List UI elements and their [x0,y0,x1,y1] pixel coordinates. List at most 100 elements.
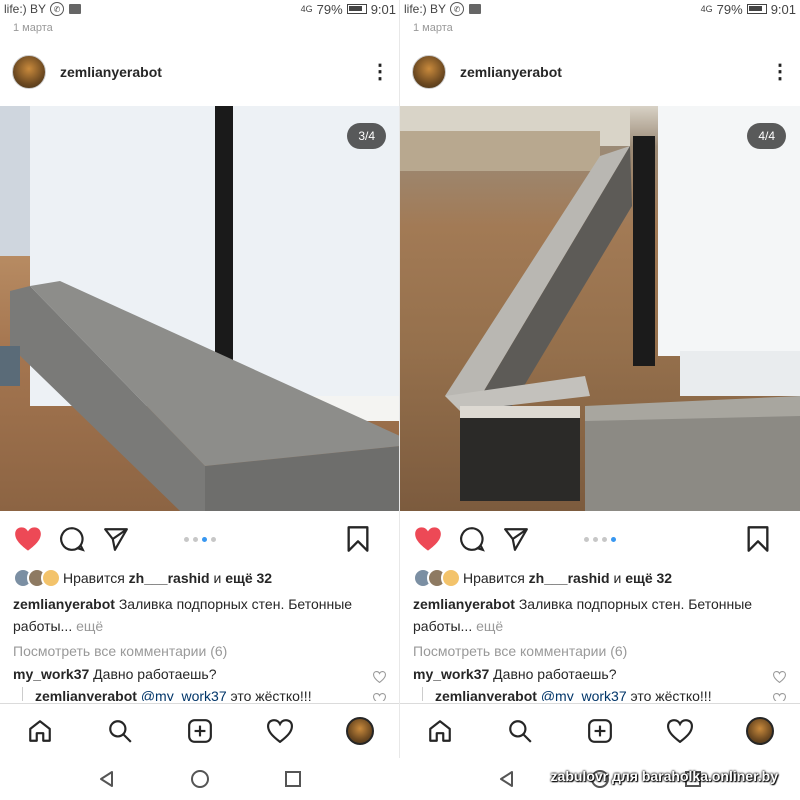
reply-text: это жёстко!!! [226,688,312,701]
avatar[interactable] [12,55,46,89]
comment: my_work37 Давно работаешь? [400,661,800,685]
share-icon[interactable] [100,523,132,555]
caption-more-link[interactable]: ещё [72,618,103,634]
post-photo[interactable]: 4/4 [400,106,800,511]
post-panel-left: life:) BY ✆ 4G 79% 9:01 1 марта zemliany… [0,0,400,758]
home-icon[interactable] [25,716,55,746]
bookmark-icon[interactable] [342,523,374,555]
more-options-icon[interactable]: ⋮ [360,62,400,82]
comment-username[interactable]: my_work37 [413,666,489,682]
carrier-label: life:) BY [404,2,447,16]
back-triangle-icon[interactable] [97,769,117,789]
post-photo[interactable]: 3/4 [0,106,400,511]
likes-row[interactable]: Нравится zh___rashid и ещё 32 [400,567,800,589]
photo-counter: 4/4 [747,123,786,149]
likes-row[interactable]: Нравится zh___rashid и ещё 32 [0,567,400,589]
image-notification-icon [469,4,482,14]
post-date: 1 марта [13,22,53,34]
comment-icon[interactable] [56,523,88,555]
status-bar: life:) BY ✆ 4G 79% 9:01 [0,0,400,18]
avatar[interactable] [412,55,446,89]
action-bar [0,511,400,567]
caption-username[interactable]: zemlianyerabot [413,596,515,612]
search-icon[interactable] [105,716,135,746]
view-all-comments-link[interactable]: Посмотреть все комментарии (6) [0,637,400,661]
comment-text: Давно работаешь? [89,666,217,682]
bottom-nav [400,703,800,758]
post-date: 1 марта [413,22,453,34]
watermark-text: zabulovr для baraholka.onliner.by [550,768,778,784]
comment-reply: zemlianyerabot @my_work37 это жёстко!!! [0,685,400,701]
home-icon[interactable] [425,716,455,746]
reply-username[interactable]: zemlianyerabot [35,688,137,701]
viber-icon: ✆ [450,2,465,16]
clock: 9:01 [770,1,796,17]
profile-avatar[interactable] [345,716,375,746]
likes-count[interactable]: ещё 32 [225,570,272,586]
back-triangle-icon[interactable] [497,769,517,789]
comment-icon[interactable] [456,523,488,555]
post-caption: zemlianyerabot Заливка подпорных стен. Б… [400,589,800,637]
liker-avatars [13,568,61,588]
post-panel-right: life:) BY ✆ 4G 79% 9:01 1 марта zemliany… [400,0,800,758]
add-post-icon[interactable] [585,716,615,746]
post-username[interactable]: zemlianyerabot [60,64,360,80]
recents-square-icon[interactable] [283,769,303,789]
comment-username[interactable]: my_work37 [13,666,89,682]
activity-heart-icon[interactable] [265,716,295,746]
viber-icon: ✆ [50,2,65,16]
profile-avatar[interactable] [745,716,775,746]
post-header: zemlianyerabot ⋮ [0,38,400,106]
reply-text: это жёстко!!! [626,688,712,701]
likes-count[interactable]: ещё 32 [625,570,672,586]
more-options-icon[interactable]: ⋮ [760,62,800,82]
likes-and: и [213,570,222,586]
battery-percent: 79% [316,1,343,17]
bookmark-icon[interactable] [742,523,774,555]
battery-percent: 79% [716,1,743,17]
signal-label: 4G [700,4,713,14]
post-username[interactable]: zemlianyerabot [460,64,760,80]
carrier-label: life:) BY [4,2,47,16]
carousel-dots [184,536,216,542]
reply-like-icon[interactable] [372,689,387,701]
like-heart-icon[interactable] [12,523,44,555]
share-icon[interactable] [500,523,532,555]
add-post-icon[interactable] [185,716,215,746]
status-bar: life:) BY ✆ 4G 79% 9:01 [400,0,800,18]
search-icon[interactable] [505,716,535,746]
photo-scene [400,106,800,511]
post-caption: zemlianyerabot Заливка подпорных стен. Б… [0,589,400,637]
caption-more-link[interactable]: ещё [472,618,503,634]
liker-username[interactable]: zh___rashid [129,570,210,586]
like-heart-icon[interactable] [412,523,444,555]
likes-and: и [613,570,622,586]
reply-username[interactable]: zemlianyerabot [435,688,537,701]
photo-scene [0,106,400,511]
reply-like-icon[interactable] [772,689,787,701]
bottom-nav [0,703,400,758]
likes-prefix: Нравится [63,570,125,586]
caption-username[interactable]: zemlianyerabot [13,596,115,612]
reply-mention[interactable]: @my_work37 [537,688,627,701]
comment-reply: zemlianyerabot @my_work37 это жёстко!!! [400,685,800,701]
system-nav-bar: zabulovr для baraholka.onliner.by [0,758,800,800]
likes-prefix: Нравится [463,570,525,586]
reply-mention[interactable]: @my_work37 [137,688,227,701]
signal-label: 4G [300,4,313,14]
battery-icon [346,4,367,14]
post-header: zemlianyerabot ⋮ [400,38,800,106]
battery-icon [746,4,767,14]
action-bar [400,511,800,567]
clock: 9:01 [370,1,396,17]
view-all-comments-link[interactable]: Посмотреть все комментарии (6) [400,637,800,661]
liker-username[interactable]: zh___rashid [529,570,610,586]
system-nav-left [0,769,400,789]
image-notification-icon [69,4,82,14]
photo-counter: 3/4 [347,123,386,149]
carousel-dots [584,536,616,542]
liker-avatars [413,568,461,588]
activity-heart-icon[interactable] [665,716,695,746]
home-circle-icon[interactable] [190,769,210,789]
comment-text: Давно работаешь? [489,666,617,682]
